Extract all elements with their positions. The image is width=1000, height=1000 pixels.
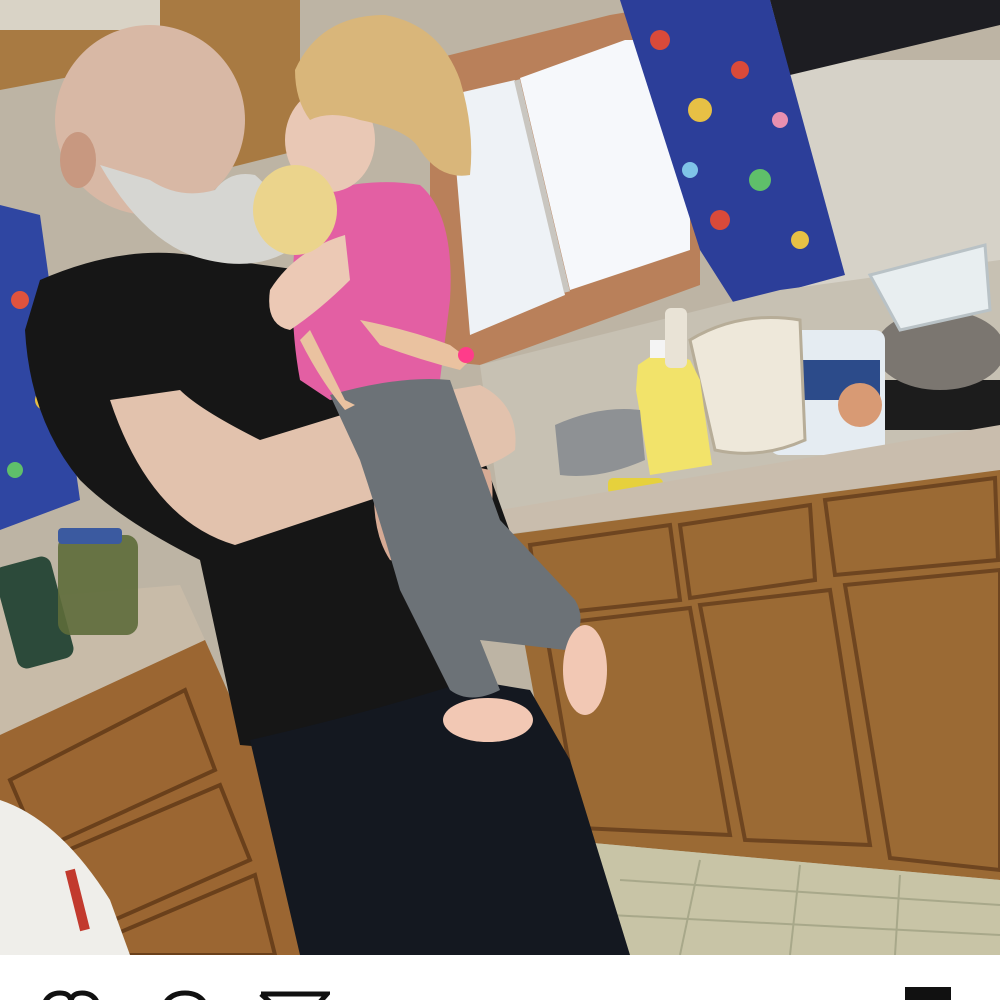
heart-icon[interactable] <box>38 989 104 1000</box>
spray-bottle <box>665 308 687 368</box>
glass-jar <box>58 535 138 635</box>
comment-icon[interactable] <box>155 989 215 1000</box>
doll-hair <box>253 165 337 255</box>
doll-shoe <box>458 347 474 363</box>
child-foot-right <box>563 625 607 715</box>
ceiling-strip <box>0 0 160 30</box>
share-icon[interactable] <box>258 991 330 1000</box>
post-photo <box>0 0 1000 955</box>
child-foot-left <box>443 698 533 742</box>
post-action-bar <box>0 955 1000 1000</box>
jar-lid <box>58 528 122 544</box>
coffee-tin-portrait <box>838 383 882 427</box>
bookmark-icon[interactable] <box>905 987 951 1000</box>
man-ear <box>60 132 96 188</box>
